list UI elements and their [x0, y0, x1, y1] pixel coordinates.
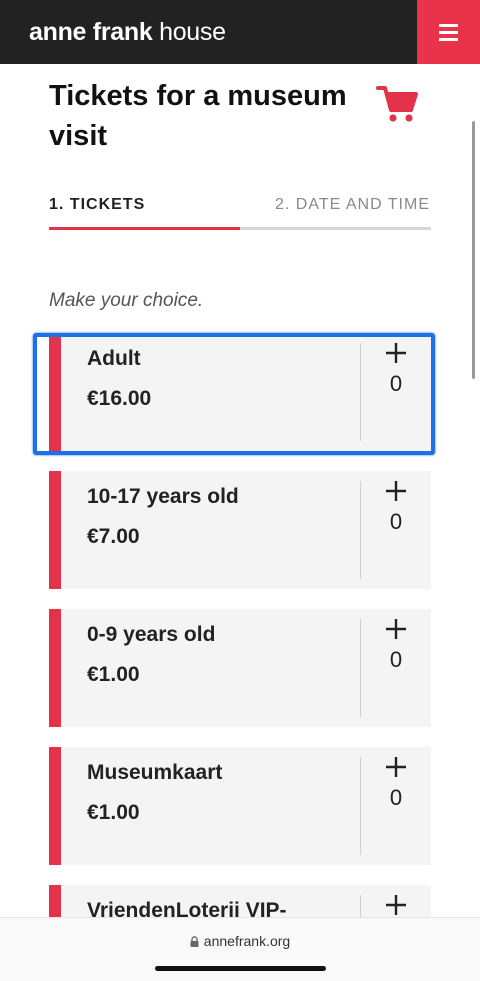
ticket-name: Museumkaart [87, 761, 223, 784]
lock-icon [190, 936, 199, 947]
site-header: anne frank house [0, 0, 480, 64]
logo-bold-text: anne frank [29, 18, 153, 46]
step-progress-bar [49, 227, 240, 230]
site-logo[interactable]: anne frank house [29, 18, 226, 47]
browser-address-bar: annefrank.org [0, 917, 480, 981]
ticket-quantity: 0 [389, 647, 403, 672]
card-divider [360, 481, 361, 579]
selection-highlight [33, 333, 435, 455]
ticket-price: €1.00 [87, 663, 140, 686]
ticket-price: €1.00 [87, 801, 140, 824]
card-accent-bar [49, 747, 61, 865]
ticket-card-10-17: 10-17 years old €7.00 0 [49, 471, 431, 589]
plus-icon[interactable] [382, 753, 410, 781]
ticket-name: 10-17 years old [87, 485, 239, 508]
url-display[interactable]: annefrank.org [0, 933, 480, 949]
ticket-name: 0-9 years old [87, 623, 216, 646]
tab-date-and-time[interactable]: 2. DATE AND TIME [275, 196, 430, 214]
plus-icon[interactable] [382, 477, 410, 505]
menu-icon [439, 24, 458, 27]
shopping-cart-icon[interactable] [376, 84, 418, 124]
tab-tickets[interactable]: 1. TICKETS [49, 196, 145, 214]
ticket-quantity: 0 [389, 785, 403, 810]
scrollbar[interactable] [472, 121, 475, 379]
plus-icon[interactable] [382, 615, 410, 643]
menu-button[interactable] [417, 0, 480, 64]
plus-icon[interactable] [382, 891, 410, 919]
page-title: Tickets for a museum visit [49, 80, 347, 152]
ticket-card-museumkaart: Museumkaart €1.00 0 [49, 747, 431, 865]
choice-prompt: Make your choice. [49, 290, 204, 311]
url-text: annefrank.org [203, 933, 291, 949]
card-accent-bar [49, 609, 61, 727]
home-indicator[interactable] [155, 966, 326, 971]
ticket-card-0-9: 0-9 years old €1.00 0 [49, 609, 431, 727]
card-divider [360, 619, 361, 717]
ticket-price: €7.00 [87, 525, 140, 548]
card-divider [360, 757, 361, 855]
logo-light-text: house [159, 18, 226, 46]
step-progress-track [49, 227, 431, 230]
ticket-quantity: 0 [389, 509, 403, 534]
card-accent-bar [49, 471, 61, 589]
